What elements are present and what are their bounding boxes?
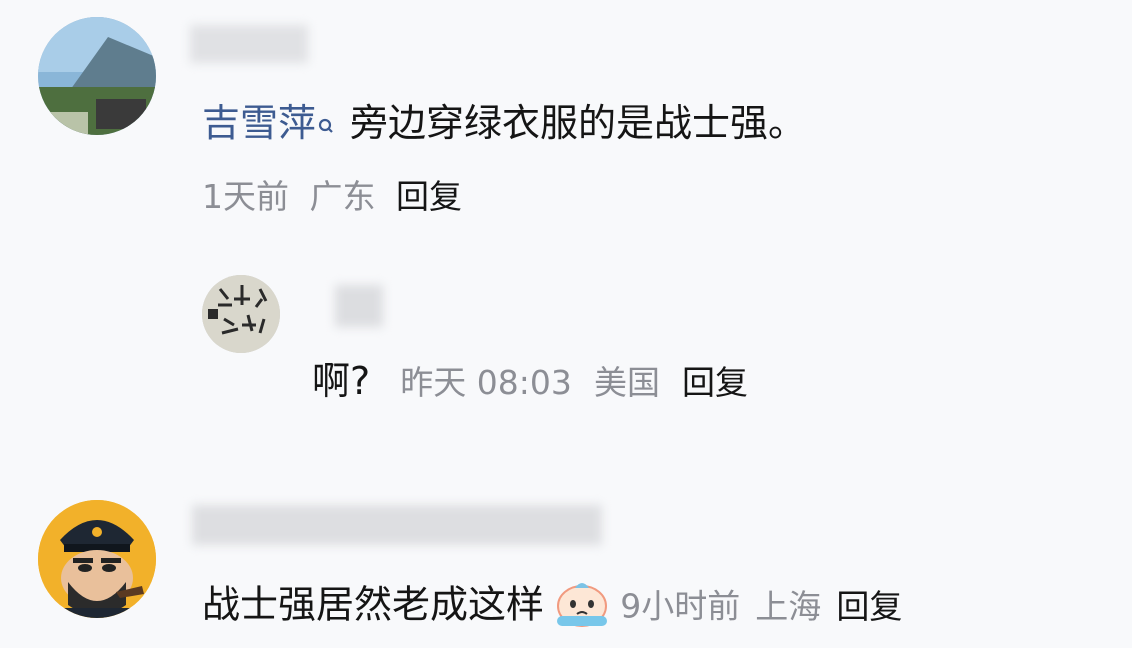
comment-time: 9小时前 (620, 586, 741, 626)
comment-location: 美国 (593, 363, 660, 402)
crying-emoji-icon (553, 578, 611, 648)
avatar-calligraphy-image (202, 275, 280, 353)
comment-text: 啊? (312, 359, 371, 403)
avatar[interactable] (202, 275, 280, 353)
comment-text: 战士强居然老成这样 (202, 582, 545, 627)
comment-text: 旁边穿绿衣服的是战士强。 (350, 101, 807, 145)
blurred-username (335, 285, 383, 327)
search-icon[interactable] (318, 100, 334, 150)
comment-time: 1天前 (202, 177, 289, 216)
comment-meta: 1天前 广东 回复 (202, 175, 462, 219)
avatar[interactable] (38, 17, 156, 135)
comment-time: 昨天 08:03 (400, 363, 572, 402)
comment-text-line: 吉雪萍 旁边穿绿衣服的是战士强。 (202, 98, 806, 150)
avatar-building-photo (38, 17, 156, 135)
comment-line: 啊? 昨天 08:03 美国 回复 (312, 356, 748, 408)
reply-link[interactable]: 回复 (682, 363, 748, 402)
blurred-username (190, 25, 308, 63)
comment-location: 上海 (755, 586, 822, 626)
comment-location: 广东 (309, 177, 376, 216)
captain-cartoon-icon (38, 500, 156, 618)
comment-line: 战士强居然老成这样 9小时前 上海 回复 (202, 578, 902, 648)
captain-avatar[interactable] (38, 500, 156, 618)
reply-link[interactable]: 回复 (396, 177, 462, 216)
blurred-username (192, 505, 602, 545)
mention-link[interactable]: 吉雪萍 (202, 101, 316, 145)
reply-link[interactable]: 回复 (836, 587, 902, 626)
